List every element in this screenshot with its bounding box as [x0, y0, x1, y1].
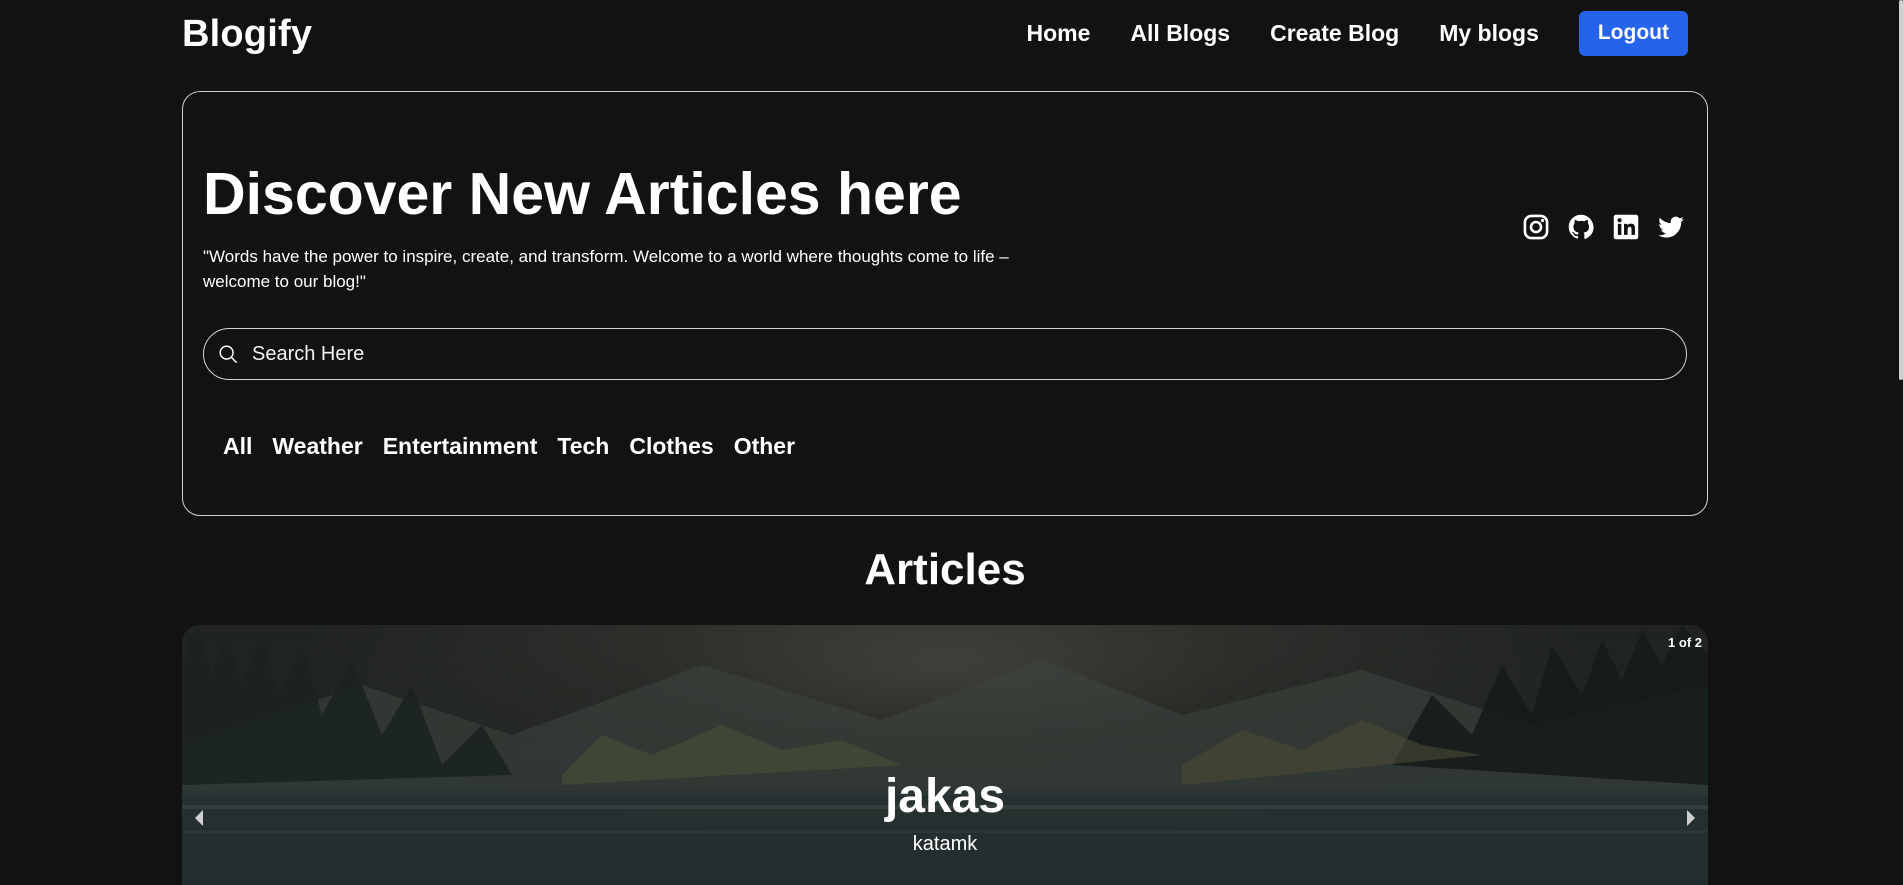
hero-subtitle: "Words have the power to inspire, create… [203, 247, 1009, 291]
search-bar [203, 328, 1687, 380]
carousel-prev-icon[interactable] [192, 807, 206, 829]
brand-logo[interactable]: Blogify [182, 13, 312, 56]
nav-link-all-blogs[interactable]: All Blogs [1130, 20, 1230, 47]
nav-links: Home All Blogs Create Blog My blogs Logo… [1027, 10, 1688, 56]
hero-title: Discover New Articles here [203, 161, 962, 227]
slide-author: katamk [912, 833, 978, 855]
twitter-icon[interactable] [1657, 212, 1685, 242]
search-input[interactable] [250, 329, 1686, 379]
category-tech[interactable]: Tech [557, 433, 609, 460]
category-weather[interactable]: Weather [272, 433, 362, 460]
github-icon[interactable] [1567, 212, 1595, 242]
category-other[interactable]: Other [734, 433, 795, 460]
page-scrollbar[interactable] [1899, 0, 1903, 380]
slide-counter: 1 of 2 [1668, 635, 1702, 650]
category-filters: All Weather Entertainment Tech Clothes O… [223, 433, 795, 460]
search-icon [217, 343, 239, 365]
carousel-next-icon[interactable] [1684, 807, 1698, 829]
category-all[interactable]: All [223, 433, 252, 460]
nav-link-my-blogs[interactable]: My blogs [1439, 20, 1539, 47]
articles-heading: Articles [864, 545, 1026, 594]
nav-link-create-blog[interactable]: Create Blog [1270, 20, 1399, 47]
category-entertainment[interactable]: Entertainment [383, 433, 538, 460]
social-links [1522, 212, 1685, 242]
slide-title[interactable]: jakas [182, 773, 1708, 821]
instagram-icon[interactable] [1522, 212, 1550, 242]
logout-button[interactable]: Logout [1578, 10, 1688, 56]
linkedin-icon[interactable] [1612, 212, 1640, 242]
article-carousel[interactable]: 1 of 2 jakas katamk [182, 625, 1708, 885]
category-clothes[interactable]: Clothes [629, 433, 713, 460]
navbar: Blogify Home All Blogs Create Blog My bl… [182, 0, 1688, 66]
nav-link-home[interactable]: Home [1027, 20, 1091, 47]
